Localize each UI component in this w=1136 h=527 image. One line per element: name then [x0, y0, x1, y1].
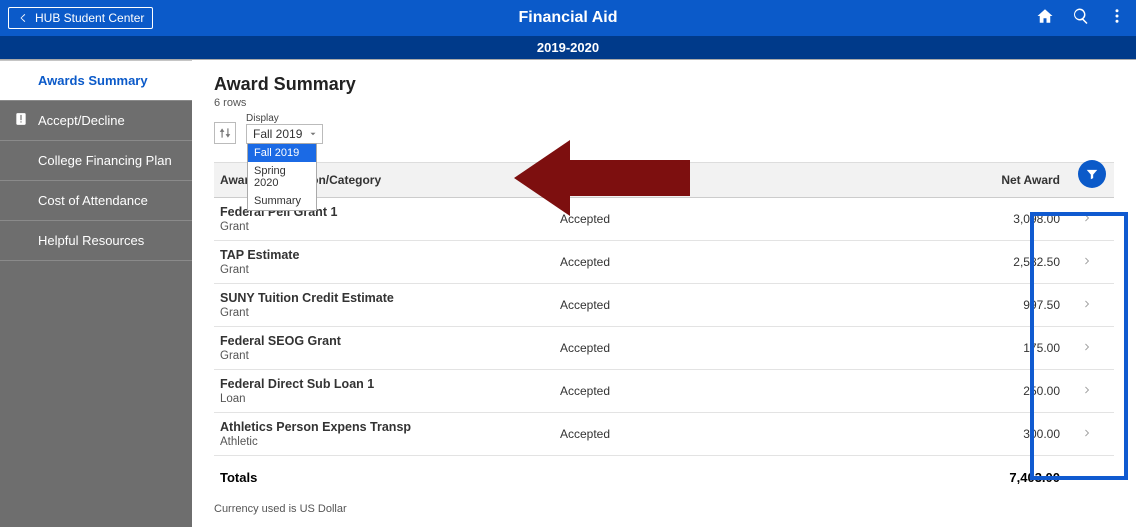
- chevron-right-icon[interactable]: [1082, 341, 1092, 355]
- award-net: 175.00: [850, 341, 1060, 355]
- award-net: 2,582.50: [850, 255, 1060, 269]
- awards-table: Award Description/Category Award Status …: [214, 162, 1114, 499]
- rows-count: 6 rows: [214, 97, 1114, 109]
- table-row[interactable]: Federal Pell Grant 1GrantAccepted3,098.0…: [214, 198, 1114, 241]
- filter-icon: [1085, 167, 1099, 181]
- display-selected-value: Fall 2019: [253, 127, 302, 141]
- dropdown-option[interactable]: Spring 2020: [248, 162, 316, 192]
- award-category: Loan: [220, 393, 560, 405]
- award-status: Accepted: [560, 255, 850, 269]
- sidebar-item-label: Helpful Resources: [38, 233, 144, 248]
- sidebar-item-helpful-resources[interactable]: Helpful Resources: [0, 221, 192, 261]
- sort-icon: [218, 126, 232, 140]
- totals-label: Totals: [220, 470, 560, 485]
- sidebar: Awards Summary Accept/Decline College Fi…: [0, 60, 192, 527]
- award-category: Grant: [220, 221, 560, 233]
- award-net: 997.50: [850, 298, 1060, 312]
- award-description: Federal Direct Sub Loan 1: [220, 377, 560, 391]
- dropdown-option[interactable]: Fall 2019: [248, 144, 316, 162]
- award-status: Accepted: [560, 212, 850, 226]
- aid-year-label: 2019-2020: [537, 40, 599, 55]
- sort-button[interactable]: [214, 122, 236, 144]
- filter-button[interactable]: [1078, 160, 1106, 188]
- table-row[interactable]: Federal SEOG Grant GrantAccepted175.00: [214, 327, 1114, 370]
- display-label: Display: [246, 113, 323, 124]
- display-select[interactable]: Fall 2019 Fall 2019 Spring 2020 Summary: [246, 124, 323, 144]
- award-category: Grant: [220, 264, 560, 276]
- award-category: Grant: [220, 307, 560, 319]
- award-description: TAP Estimate: [220, 248, 560, 262]
- totals-row: Totals 7,403.00: [214, 456, 1114, 499]
- sidebar-item-accept-decline[interactable]: Accept/Decline: [0, 101, 192, 141]
- sidebar-item-label: Accept/Decline: [38, 113, 125, 128]
- sidebar-item-college-financing-plan[interactable]: College Financing Plan: [0, 141, 192, 181]
- top-bar: HUB Student Center Financial Aid: [0, 0, 1136, 36]
- award-net: 250.00: [850, 384, 1060, 398]
- table-header: Award Description/Category Award Status …: [214, 162, 1114, 198]
- page-title: Award Summary: [214, 74, 1114, 95]
- chevron-right-icon[interactable]: [1082, 212, 1092, 226]
- table-row[interactable]: SUNY Tuition Credit Estimate GrantAccepte…: [214, 284, 1114, 327]
- chevron-right-icon[interactable]: [1082, 298, 1092, 312]
- th-award-status: Award Status: [560, 173, 850, 187]
- chevron-right-icon[interactable]: [1082, 384, 1092, 398]
- dropdown-option[interactable]: Summary: [248, 192, 316, 210]
- controls-row: Display Fall 2019 Fall 2019 Spring 2020 …: [214, 113, 1114, 144]
- home-icon[interactable]: [1036, 7, 1054, 30]
- table-row[interactable]: Federal Direct Sub Loan 1 LoanAccepted250…: [214, 370, 1114, 413]
- totals-value: 7,403.00: [850, 470, 1060, 485]
- back-button[interactable]: HUB Student Center: [8, 7, 153, 29]
- award-category: Grant: [220, 350, 560, 362]
- award-description: SUNY Tuition Credit Estimate: [220, 291, 560, 305]
- table-row[interactable]: TAP Estimate GrantAccepted2,582.50: [214, 241, 1114, 284]
- award-category: Athletic: [220, 436, 560, 448]
- aid-year-bar: 2019-2020: [0, 36, 1136, 59]
- award-status: Accepted: [560, 427, 850, 441]
- sidebar-item-label: College Financing Plan: [38, 153, 172, 168]
- sidebar-item-label: Awards Summary: [38, 73, 148, 88]
- display-dropdown: Fall 2019 Spring 2020 Summary: [247, 143, 317, 211]
- currency-note: Currency used is US Dollar: [214, 503, 1114, 515]
- back-button-label: HUB Student Center: [35, 11, 144, 25]
- body: Awards Summary Accept/Decline College Fi…: [0, 60, 1136, 527]
- arrow-left-icon: [17, 12, 29, 24]
- chevron-down-icon: [308, 129, 318, 139]
- th-net-award: Net Award: [850, 173, 1060, 187]
- award-net: 3,098.00: [850, 212, 1060, 226]
- award-status: Accepted: [560, 384, 850, 398]
- award-net: 300.00: [850, 427, 1060, 441]
- table-row[interactable]: Athletics Person Expens Transp AthleticAc…: [214, 413, 1114, 456]
- award-description: Athletics Person Expens Transp: [220, 420, 560, 434]
- chevron-right-icon[interactable]: [1082, 427, 1092, 441]
- sidebar-item-awards-summary[interactable]: Awards Summary: [0, 61, 192, 101]
- award-status: Accepted: [560, 298, 850, 312]
- more-icon[interactable]: [1108, 7, 1126, 30]
- alert-icon: [14, 112, 28, 126]
- award-status: Accepted: [560, 341, 850, 355]
- page-app-title: Financial Aid: [519, 9, 618, 27]
- main-content: Award Summary 6 rows Display Fall 2019 F…: [192, 60, 1136, 527]
- search-icon[interactable]: [1072, 7, 1090, 30]
- chevron-right-icon[interactable]: [1082, 255, 1092, 269]
- sidebar-item-label: Cost of Attendance: [38, 193, 148, 208]
- display-control: Display Fall 2019 Fall 2019 Spring 2020 …: [246, 113, 323, 144]
- sidebar-item-cost-of-attendance[interactable]: Cost of Attendance: [0, 181, 192, 221]
- award-description: Federal SEOG Grant: [220, 334, 560, 348]
